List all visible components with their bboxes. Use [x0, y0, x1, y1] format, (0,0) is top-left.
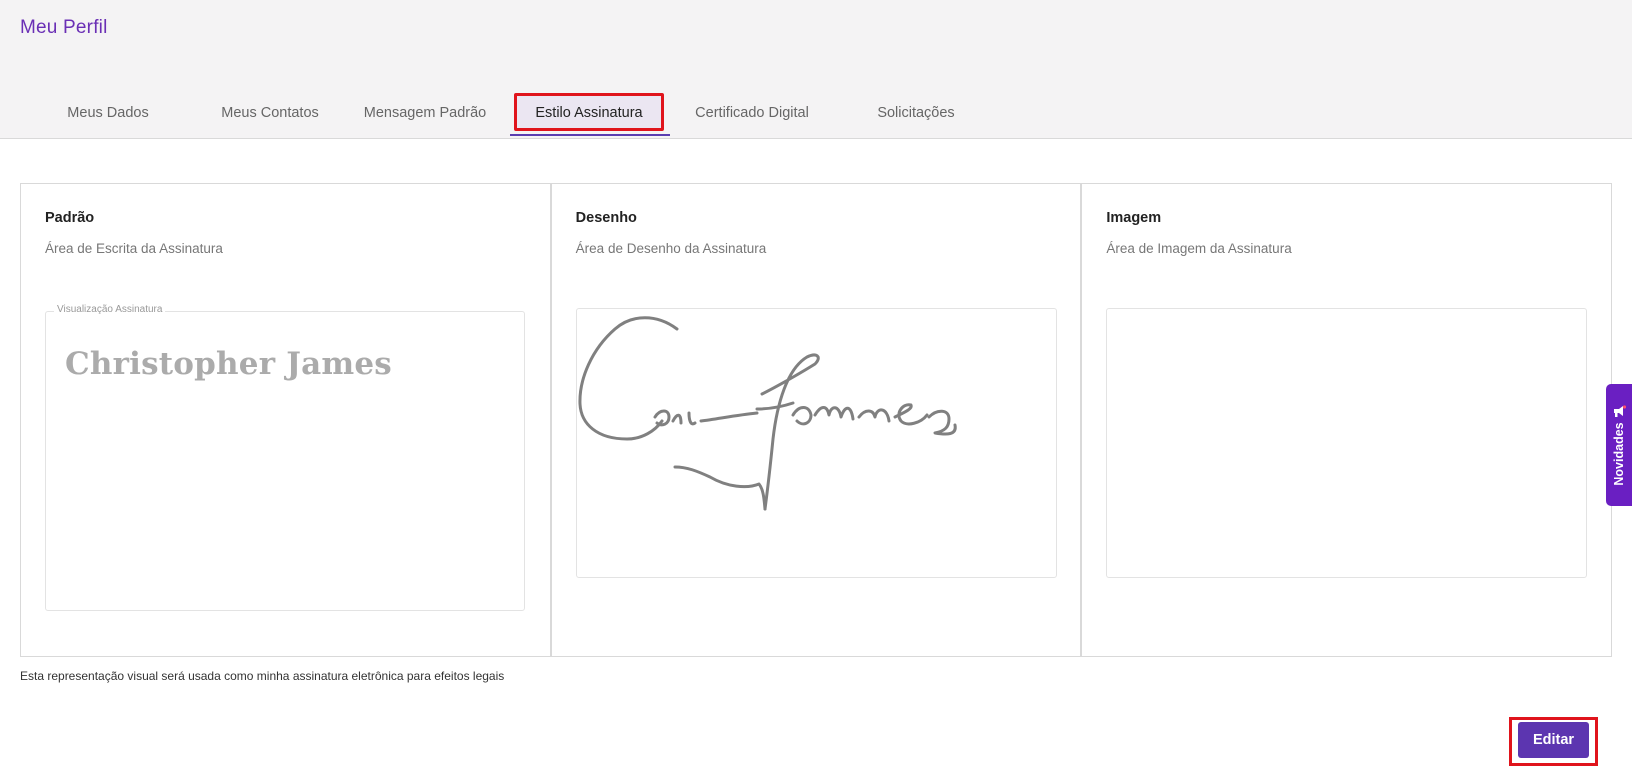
- panel-drawing-subtitle: Área de Desenho da Assinatura: [575, 241, 767, 256]
- panel-standard-subtitle: Área de Escrita da Assinatura: [45, 241, 223, 256]
- page-title: Meu Perfil: [20, 17, 108, 38]
- tab-meus-contatos[interactable]: Meus Contatos: [208, 90, 332, 136]
- panel-standard-title: Padrão: [45, 210, 95, 226]
- tab-meus-dados[interactable]: Meus Dados: [58, 90, 158, 136]
- signature-drawing-canvas[interactable]: [575, 308, 1057, 578]
- panel-drawing[interactable]: Desenho Área de Desenho da Assinatura: [549, 184, 1081, 656]
- edit-button[interactable]: Editar: [1518, 722, 1589, 758]
- profile-header: Meu Perfil Meus Dados Meus Contatos Mens…: [0, 0, 1632, 139]
- signature-preview-legend: Visualização Assinatura: [54, 304, 166, 315]
- panel-image-subtitle: Área de Imagem da Assinatura: [1106, 241, 1292, 256]
- tab-mensagem-padrao[interactable]: Mensagem Padrão: [361, 90, 489, 136]
- panel-image[interactable]: Imagem Área de Imagem da Assinatura: [1080, 184, 1611, 656]
- typed-signature: Christopher James: [65, 346, 392, 382]
- megaphone-icon: [1614, 405, 1626, 417]
- signature-preview-box: Visualização Assinatura Christopher Jame…: [45, 304, 525, 611]
- signature-style-panels: Padrão Área de Escrita da Assinatura Vis…: [20, 183, 1612, 657]
- legal-note: Esta representação visual será usada com…: [20, 669, 505, 683]
- active-tab-underline: [510, 134, 670, 136]
- tab-solicitacoes[interactable]: Solicitações: [866, 90, 966, 136]
- panel-drawing-title: Desenho: [575, 210, 637, 226]
- profile-tabs: Meus Dados Meus Contatos Mensagem Padrão…: [0, 90, 1000, 138]
- panel-image-title: Imagem: [1106, 210, 1162, 226]
- panel-standard[interactable]: Padrão Área de Escrita da Assinatura Vis…: [21, 184, 550, 656]
- novidades-label: Novidades: [1612, 422, 1626, 486]
- novidades-widget[interactable]: Novidades: [1606, 384, 1632, 506]
- handwritten-signature-icon: [578, 316, 957, 511]
- tab-certificado-digital[interactable]: Certificado Digital: [690, 90, 814, 136]
- tab-estilo-assinatura[interactable]: Estilo Assinatura: [514, 90, 664, 136]
- signature-image-area[interactable]: [1106, 308, 1588, 578]
